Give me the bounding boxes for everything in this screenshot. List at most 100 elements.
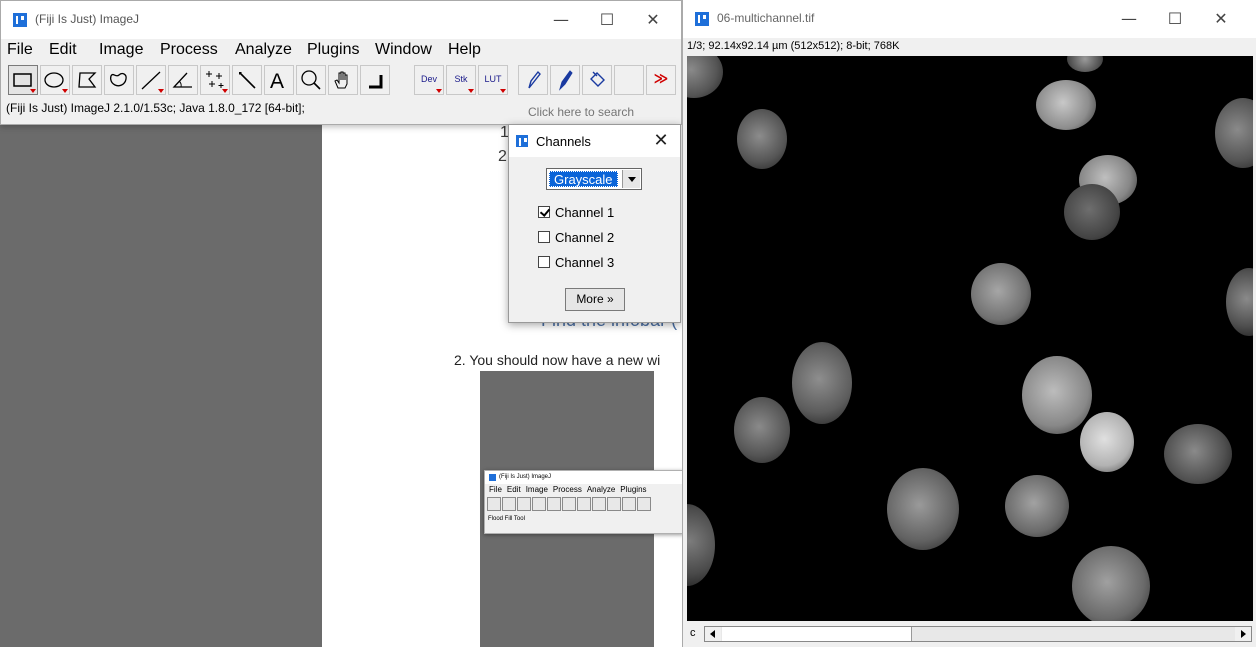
maximize-button[interactable]: ☐ [584,7,630,33]
image-canvas[interactable] [687,56,1253,621]
doc-mini-imagej-screenshot: (Fiji Is Just) ImageJ File Edit Image Proce… [484,470,684,534]
checkbox-unchecked[interactable] [538,256,550,268]
close-icon[interactable]: ✕ [646,129,676,153]
mini-tool-icon [622,497,636,511]
doc-step-text: 2. You should now have a new wi [454,352,661,368]
fiji-logo-icon [489,474,496,481]
image-title: 06-multichannel.tif [717,11,815,25]
mini-toolbar [487,497,681,513]
more-tools-button[interactable]: ≫ [646,65,676,95]
search-input[interactable] [528,102,676,122]
channel-slider-label: c [690,627,696,639]
color-picker-tool[interactable] [360,65,390,95]
angle-tool[interactable] [168,65,198,95]
svg-text:A: A [270,70,284,92]
cell-nucleus [1215,98,1253,168]
mini-tool-icon [532,497,546,511]
cell-nucleus [792,342,852,424]
channel-label: Channel 3 [555,255,615,270]
close-button[interactable]: ✕ [1198,6,1244,32]
dialog-title: Channels [536,134,591,149]
angle-icon [172,72,192,88]
cell-nucleus [687,56,723,98]
close-button[interactable]: ✕ [630,7,676,33]
freehand-tool[interactable] [104,65,134,95]
menu-help[interactable]: Help [448,41,481,59]
checkbox-unchecked[interactable] [538,231,550,243]
image-titlebar[interactable]: 06-multichannel.tif — ☐ ✕ [683,0,1256,38]
cell-nucleus [734,397,790,463]
hand-tool[interactable] [328,65,358,95]
text-icon: A [270,70,284,92]
menu-file[interactable]: File [7,41,33,59]
stack-tool[interactable]: Stk [446,65,476,95]
fiji-logo-icon [13,13,27,27]
empty-tool-slot [614,65,644,95]
mini-tool-icon [487,497,501,511]
text-tool[interactable]: A [264,65,294,95]
window-title: (Fiji Is Just) ImageJ [35,12,140,26]
dev-tool[interactable]: Dev [414,65,444,95]
cell-nucleus [737,109,787,169]
bucket-icon [590,71,605,87]
fiji-logo-icon [516,135,528,147]
lut-tool[interactable]: LUT [478,65,508,95]
line-tool[interactable] [136,65,166,95]
polygon-icon [78,72,97,88]
menu-image[interactable]: Image [99,41,143,59]
cell-nucleus [1022,356,1092,434]
magnifier-tool[interactable] [296,65,326,95]
polygon-tool[interactable] [72,65,102,95]
chevron-left-icon[interactable] [705,627,721,641]
checkbox-checked[interactable] [538,206,550,218]
display-mode-value: Grayscale [549,171,618,187]
more-button[interactable]: More » [565,288,625,311]
display-mode-select[interactable]: Grayscale [546,168,642,190]
cell-nucleus [1067,56,1103,72]
maximize-button[interactable]: ☐ [1152,6,1198,32]
imagej-titlebar[interactable]: (Fiji Is Just) ImageJ — ☐ ✕ [1,1,681,39]
magnifier-icon [301,70,321,90]
submenu-marker [158,89,164,93]
chevron-down-icon[interactable] [622,170,640,188]
menu-analyze[interactable]: Analyze [235,41,292,59]
mini-tool-icon [547,497,561,511]
flood-fill-tool[interactable] [582,65,612,95]
minimize-button[interactable]: — [1106,6,1152,32]
mini-title: (Fiji Is Just) ImageJ [485,471,683,484]
imagej-window: (Fiji Is Just) ImageJ — ☐ ✕ File Edit Im… [0,0,682,125]
mini-menu-item: Plugins [620,485,647,494]
scrollbar-thumb[interactable] [722,627,912,641]
cell-nucleus [687,504,715,586]
paintbrush-tool[interactable] [550,65,580,95]
channel-3-checkbox[interactable]: Channel 3 [538,256,614,272]
rectangle-tool[interactable] [8,65,38,95]
channel-slider[interactable]: c [687,625,1253,644]
image-window: 06-multichannel.tif — ☐ ✕ 1/3; 92.14x92.… [682,0,1256,647]
minimize-button[interactable]: — [538,7,584,33]
cell-nucleus [1226,268,1253,336]
menu-edit[interactable]: Edit [49,41,77,59]
stk-label: Stk [454,74,468,84]
mini-tool-icon [562,497,576,511]
menu-process[interactable]: Process [160,41,218,59]
cell-nucleus [1080,412,1134,472]
lut-label: LUT [484,74,502,84]
hand-icon [334,71,348,89]
channel-scrollbar-track[interactable] [704,626,1252,642]
channel-2-checkbox[interactable]: Channel 2 [538,231,614,247]
menu-window[interactable]: Window [375,41,432,59]
wand-tool[interactable] [232,65,262,95]
mini-title-text: (Fiji Is Just) ImageJ [499,474,552,480]
pencil-tool[interactable] [518,65,548,95]
channel-1-checkbox[interactable]: Channel 1 [538,206,614,222]
channel-label: Channel 2 [555,230,615,245]
wand-icon [239,72,256,89]
menubar: File Edit Image Process Analyze Plugins … [1,39,681,61]
multipoint-tool[interactable] [200,65,230,95]
channels-titlebar[interactable]: Channels ✕ [509,125,680,157]
submenu-marker [222,89,228,93]
menu-plugins[interactable]: Plugins [307,41,359,59]
chevron-right-icon[interactable] [1235,627,1251,641]
oval-tool[interactable] [40,65,70,95]
